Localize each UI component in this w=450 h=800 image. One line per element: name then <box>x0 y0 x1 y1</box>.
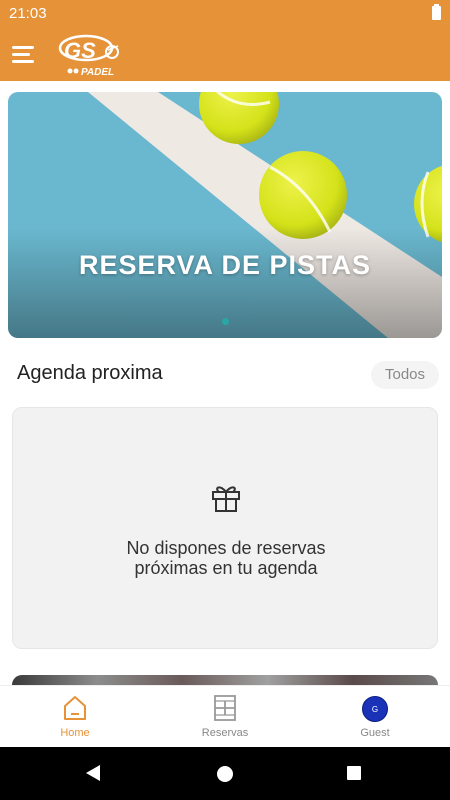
nav-home-label: Home <box>60 727 90 739</box>
hero-title: RESERVA DE PISTAS <box>78 250 372 280</box>
battery-icon <box>432 4 441 20</box>
court-icon <box>214 695 236 721</box>
bottom-nav: Home Reservas G Guest <box>0 685 450 747</box>
nav-reservas[interactable]: Reservas <box>150 686 300 748</box>
status-bar: 21:03 <box>0 0 450 27</box>
hero-image <box>8 92 442 338</box>
avatar: G <box>362 696 388 722</box>
recent-apps-icon[interactable] <box>347 766 361 780</box>
nav-guest[interactable]: G Guest <box>300 686 450 748</box>
app-bar: GS PADEL <box>0 27 450 81</box>
agenda-title: Agenda proxima <box>17 362 163 384</box>
hero-banner[interactable] <box>8 92 442 338</box>
empty-agenda-card: No dispones de reservas próximas en tu a… <box>12 407 438 649</box>
empty-line-1: No dispones de reservas <box>126 538 326 558</box>
system-nav-bar <box>0 747 450 800</box>
nav-reservas-label: Reservas <box>201 727 249 739</box>
home-button-icon[interactable] <box>217 766 233 782</box>
view-all-button[interactable]: Todos <box>371 361 439 389</box>
nav-home[interactable]: Home <box>0 686 150 748</box>
back-icon[interactable] <box>86 765 100 781</box>
carousel-indicator[interactable] <box>222 318 229 325</box>
home-icon <box>64 696 86 720</box>
empty-agenda-message: No dispones de reservas próximas en tu a… <box>13 538 439 578</box>
svg-text:PADEL: PADEL <box>81 67 114 78</box>
empty-line-2: próximas en tu agenda <box>134 558 318 578</box>
svg-text:GS: GS <box>64 38 96 63</box>
nav-guest-label: Guest <box>360 727 390 739</box>
status-time: 21:03 <box>9 5 47 22</box>
menu-icon[interactable] <box>12 44 36 64</box>
app-logo: GS PADEL <box>56 30 126 78</box>
gift-icon <box>208 478 244 514</box>
